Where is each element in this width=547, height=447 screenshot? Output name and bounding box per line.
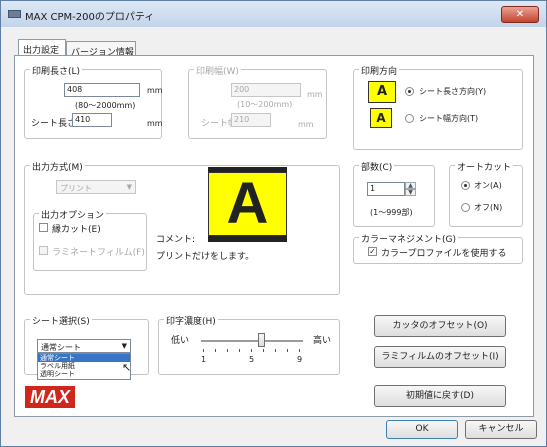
output-method-value: プリント bbox=[60, 184, 92, 193]
window-title: MAX CPM-200のプロパティ bbox=[25, 12, 155, 23]
list-item[interactable]: 通常シート bbox=[38, 354, 130, 362]
mouse-cursor-icon: ↖ bbox=[122, 361, 132, 374]
auto-cut-on-label: オン(A) bbox=[474, 181, 502, 190]
copies-down-button[interactable]: ▼ bbox=[405, 189, 416, 196]
sheet-width-unit: mm bbox=[298, 120, 314, 129]
direction-length-label: シート長さ方向(Y) bbox=[419, 87, 487, 96]
density-tick bbox=[227, 349, 228, 352]
print-width-unit: mm bbox=[307, 90, 323, 99]
density-tick bbox=[287, 349, 288, 352]
ok-button[interactable]: OK bbox=[386, 420, 458, 439]
print-length-input[interactable]: 408 bbox=[64, 83, 140, 97]
laminate-checkbox[interactable] bbox=[39, 246, 48, 255]
direction-width-radio[interactable] bbox=[405, 114, 414, 123]
copies-up-button[interactable]: ▲ bbox=[405, 182, 416, 189]
auto-cut-label: オートカット bbox=[455, 160, 514, 173]
sheet-select-dropdown[interactable]: 通常シート ▼ bbox=[37, 339, 131, 353]
border-cut-checkbox[interactable] bbox=[39, 223, 48, 232]
film-strip-bottom bbox=[208, 236, 287, 242]
density-scale-max: 9 bbox=[297, 355, 303, 364]
auto-cut-off-label: オフ(N) bbox=[474, 203, 503, 212]
color-profile-label: カラープロファイルを使用する bbox=[381, 249, 507, 259]
print-density-label: 印字濃度(H) bbox=[164, 314, 218, 327]
density-slider-thumb[interactable] bbox=[258, 333, 265, 347]
print-length-range: (80～2000mm) bbox=[75, 101, 136, 110]
list-item[interactable]: ラベル用紙 bbox=[38, 362, 130, 370]
copies-range: (1～999部) bbox=[370, 208, 413, 217]
sheet-width-field: 210 bbox=[231, 113, 271, 127]
density-slider-track[interactable] bbox=[201, 340, 303, 342]
print-width-range: (10～200mm) bbox=[237, 100, 293, 109]
comment-label: コメント: bbox=[156, 235, 196, 245]
color-profile-checkbox[interactable]: ✓ bbox=[368, 247, 377, 256]
auto-cut-on-radio[interactable] bbox=[461, 181, 470, 190]
print-length-label: 印刷長さ(L) bbox=[30, 64, 83, 77]
copies-input[interactable]: 1 bbox=[367, 182, 405, 196]
tab-output-settings[interactable]: 出力設定 bbox=[18, 39, 66, 56]
density-tick bbox=[263, 349, 264, 352]
lamifilm-offset-button[interactable]: ラミフィルムのオフセット(I) bbox=[374, 346, 506, 368]
print-length-unit: mm bbox=[147, 86, 163, 95]
direction-length-radio[interactable] bbox=[405, 87, 414, 96]
chevron-down-icon: ▼ bbox=[121, 342, 127, 350]
density-tick bbox=[203, 349, 204, 352]
max-logo: MAX bbox=[25, 386, 75, 408]
auto-cut-off-radio[interactable] bbox=[461, 203, 470, 212]
density-low-label: 低い bbox=[171, 336, 190, 346]
print-width-input[interactable]: 200 bbox=[231, 83, 301, 97]
print-direction-label: 印刷方向 bbox=[359, 64, 400, 77]
density-tick bbox=[251, 349, 252, 352]
output-preview-image: A bbox=[208, 172, 287, 236]
close-button[interactable]: ✕ bbox=[501, 6, 539, 23]
cutter-offset-button[interactable]: カッタのオフセット(O) bbox=[374, 315, 506, 337]
output-method-label: 出力方式(M) bbox=[30, 160, 85, 173]
density-high-label: 高い bbox=[313, 336, 332, 346]
chevron-down-icon: ▼ bbox=[126, 183, 132, 191]
output-options-label: 出力オプション bbox=[39, 208, 107, 221]
density-scale-mid: 5 bbox=[249, 355, 255, 364]
film-strip-icon bbox=[368, 80, 396, 83]
border-cut-label: 縁カット(E) bbox=[52, 225, 101, 235]
sheet-select-label: シート選択(S) bbox=[30, 314, 92, 327]
sheet-length-unit: mm bbox=[147, 119, 163, 128]
color-management-label: カラーマネジメント(G) bbox=[359, 232, 458, 245]
sheet-select-value: 通常シート bbox=[41, 343, 81, 352]
comment-text: プリントだけをします。 bbox=[156, 252, 255, 262]
direction-length-icon: A bbox=[368, 81, 396, 103]
print-width-label: 印刷幅(W) bbox=[194, 64, 241, 77]
sheet-length-field: 410 bbox=[72, 113, 112, 127]
direction-width-icon: A bbox=[370, 108, 392, 128]
density-tick bbox=[239, 349, 240, 352]
sheet-select-list: 通常シート ラベル用紙 透明シート bbox=[37, 353, 131, 380]
reset-defaults-button[interactable]: 初期値に戻す(D) bbox=[374, 385, 506, 407]
cancel-button[interactable]: キャンセル bbox=[465, 420, 537, 439]
printer-app-icon bbox=[8, 10, 21, 18]
properties-dialog: MAX CPM-200のプロパティ ✕ 出力設定 バージョン情報 印刷長さ(L)… bbox=[0, 0, 547, 447]
auto-cut-group bbox=[449, 165, 523, 227]
density-tick bbox=[299, 349, 300, 352]
direction-width-label: シート幅方向(T) bbox=[419, 114, 479, 123]
print-density-group bbox=[158, 319, 340, 375]
list-item[interactable]: 透明シート bbox=[38, 370, 130, 378]
density-scale-min: 1 bbox=[201, 355, 207, 364]
density-tick bbox=[275, 349, 276, 352]
tab-version-info[interactable]: バージョン情報 bbox=[66, 41, 136, 58]
output-method-select[interactable]: プリント ▼ bbox=[56, 180, 136, 194]
laminate-label: ラミネートフィルム(F) bbox=[52, 248, 145, 258]
density-tick bbox=[215, 349, 216, 352]
copies-label: 部数(C) bbox=[359, 160, 395, 173]
title-bar[interactable]: MAX CPM-200のプロパティ ✕ bbox=[1, 1, 546, 27]
